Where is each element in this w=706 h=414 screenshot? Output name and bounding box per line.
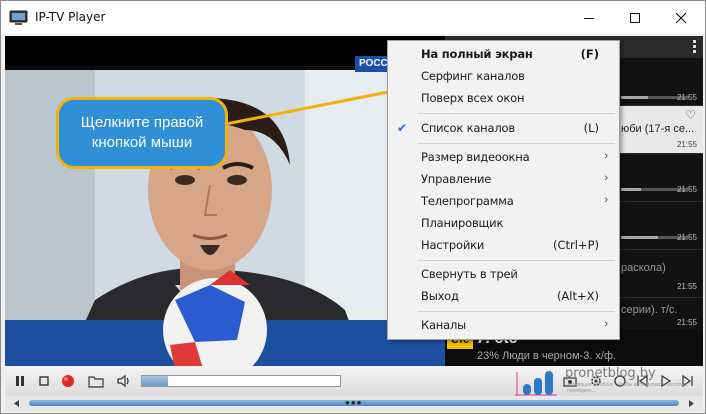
volume-slider[interactable] [141, 375, 341, 387]
seek-left-icon[interactable] [11, 399, 21, 408]
pause-button[interactable] [11, 372, 29, 390]
menu-item-channel-list[interactable]: ✔ Список каналов (L) [388, 117, 619, 139]
menu-item-channels[interactable]: Каналы › [388, 314, 619, 336]
record-icon [62, 375, 74, 387]
minimize-icon [584, 17, 594, 19]
channel-program: 23% Люди в черном-3. х/ф. [477, 350, 617, 362]
speaker-icon [117, 374, 129, 388]
control-bar: pronetblog.by Активация Windows · Чтобы … [5, 366, 703, 396]
pause-icon [16, 376, 24, 386]
chevron-right-icon: › [604, 150, 608, 162]
menu-item-settings[interactable]: Настройки (Ctrl+P) [388, 234, 619, 256]
menu-item-control[interactable]: Управление › [388, 168, 619, 190]
seek-bar[interactable]: ●●● [5, 396, 703, 411]
chevron-right-icon: › [604, 194, 608, 206]
menu-item-video-size[interactable]: Размер видеоокна › [388, 146, 619, 168]
folder-icon [88, 376, 104, 388]
open-folder-button[interactable] [87, 372, 105, 390]
menu-item-always-on-top[interactable]: Поверх всех окон [388, 87, 619, 109]
seek-right-icon[interactable] [687, 399, 697, 408]
seek-grip-icon[interactable]: ●●● [345, 399, 363, 407]
callout-text: Щелкните правой кнопкой мыши [80, 114, 204, 151]
close-icon [675, 12, 687, 23]
favorite-heart-icon[interactable]: ♡ [685, 108, 696, 122]
channel-program: серии). т/с. [621, 304, 678, 316]
menu-separator [418, 113, 615, 114]
minimize-button[interactable] [566, 1, 612, 34]
chevron-right-icon: › [604, 172, 608, 184]
menu-separator [418, 311, 615, 312]
activation-watermark: Активация Windows · Чтобы активировать W… [567, 382, 689, 394]
tv-icon [9, 10, 28, 25]
checkmark-icon: ✔ [397, 121, 408, 135]
video-area[interactable]: РОССИЯ [5, 36, 445, 366]
channel-logo-overlay: РОССИЯ [355, 56, 389, 72]
chevron-right-icon: › [604, 318, 608, 330]
site-watermark: pronetblog.by [565, 366, 656, 381]
channel-program: раскола) [621, 262, 666, 274]
signal-bars-icon [515, 371, 557, 396]
title-bar[interactable]: IP-TV Player [1, 1, 705, 34]
stop-button[interactable] [35, 372, 53, 390]
maximize-button[interactable] [612, 1, 658, 34]
maximize-icon [630, 12, 640, 23]
record-button[interactable] [59, 372, 77, 390]
window-title: IP-TV Player [35, 10, 106, 24]
menu-item-tv-guide[interactable]: Телепрограмма › [388, 190, 619, 212]
stop-icon [39, 376, 49, 386]
menu-separator [418, 260, 615, 261]
context-menu: На полный экран (F) Серфинг каналов Пове… [387, 40, 620, 340]
menu-item-scheduler[interactable]: Планировщик [388, 212, 619, 234]
channel-program: юби (17-я се... [621, 123, 695, 135]
menu-item-channel-surfing[interactable]: Серфинг каналов [388, 65, 619, 87]
mute-button[interactable] [115, 372, 133, 390]
menu-item-exit[interactable]: Выход (Alt+X) [388, 285, 619, 307]
close-button[interactable] [658, 1, 704, 34]
menu-item-fullscreen[interactable]: На полный экран (F) [388, 43, 619, 65]
menu-item-minimize-to-tray[interactable]: Свернуть в трей [388, 263, 619, 285]
instruction-callout: Щелкните правой кнопкой мыши [56, 97, 228, 169]
more-vertical-icon[interactable] [693, 40, 697, 54]
menu-separator [418, 143, 615, 144]
